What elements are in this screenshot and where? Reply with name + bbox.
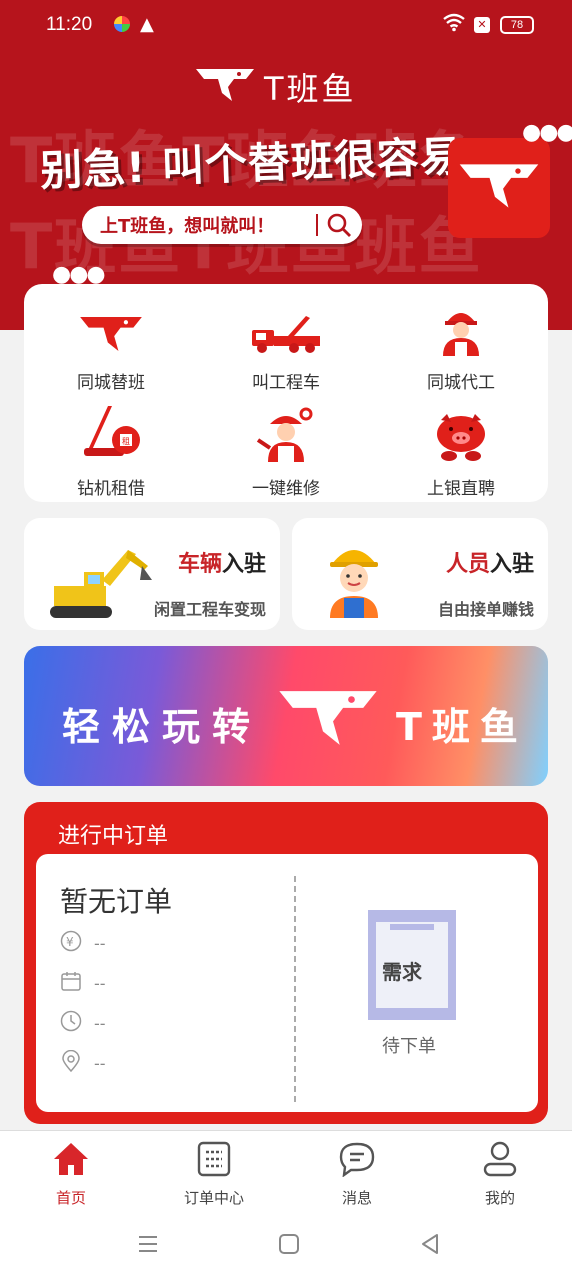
profile-icon [482, 1140, 518, 1182]
svg-text:¥: ¥ [66, 935, 74, 949]
worker-icon [437, 304, 485, 360]
tab-profile[interactable]: 我的 [450, 1141, 550, 1208]
tab-label: 首页 [55, 1189, 86, 1207]
order-list-icon [197, 1141, 231, 1181]
promo-banner[interactable]: 轻松玩转 T班鱼 [24, 646, 548, 786]
bottom-tab-bar: 首页 订单中心 消息 我的 [0, 1130, 572, 1214]
order-location-row: -- [60, 1049, 106, 1076]
personnel-entry-title-red: 人员 [445, 552, 490, 577]
service-label: 同城代工 [427, 373, 495, 393]
service-item-engineering-truck[interactable]: 叫工程车 [199, 298, 373, 393]
promo-banner-text: 轻松玩转 [62, 705, 263, 749]
search-icon[interactable] [326, 212, 352, 243]
message-icon [338, 1141, 376, 1181]
fish-logo-icon [276, 684, 380, 756]
vehicle-entry-title: 车辆入驻 [178, 546, 266, 578]
personnel-entry-title-black: 入驻 [489, 552, 534, 577]
drill-rig-icon: 租 [78, 404, 144, 466]
hero-search-text: 上T班鱼，想叫就叫！ [100, 216, 275, 237]
service-item-repair[interactable]: 一键维修 [199, 404, 373, 499]
more-dots-icon: ●●● [522, 120, 572, 145]
service-item-drill-rental[interactable]: 租 钻机租借 [24, 404, 198, 499]
location-pin-icon [60, 1049, 82, 1076]
order-date-value: -- [94, 973, 106, 993]
fish-logo-icon [78, 312, 144, 360]
brand-logo-tile [448, 138, 550, 238]
no-orders-text: 暂无订单 [60, 885, 173, 918]
personnel-entry-card[interactable]: 人员入驻 自由接单赚钱 [292, 518, 548, 630]
vehicle-entry-title-black: 入驻 [221, 552, 266, 577]
ongoing-orders-panel[interactable]: 暂无订单 ¥ -- -- -- -- 需求 待下单 [36, 854, 538, 1112]
status-time: 11:20 [46, 14, 93, 35]
personnel-entry-subtitle: 自由接单赚钱 [437, 600, 534, 619]
clock-icon [60, 1010, 82, 1036]
brand-title: T班鱼 [264, 70, 357, 108]
calendar-icon [60, 970, 82, 996]
service-item-substitute[interactable]: 同城替班 [24, 298, 198, 393]
requirement-document-label: 需求 [382, 960, 422, 984]
tab-label: 我的 [484, 1189, 515, 1207]
personnel-entry-title: 人员入驻 [446, 546, 534, 578]
fish-logo-icon [457, 154, 541, 222]
home-square-icon[interactable] [277, 1232, 301, 1260]
battery-icon: 78 [500, 16, 534, 34]
fish-logo-icon [194, 65, 256, 109]
order-time-row: -- [60, 1010, 106, 1036]
tab-messages[interactable]: 消息 [307, 1141, 407, 1208]
crane-truck-icon [248, 312, 324, 360]
vehicle-entry-card[interactable]: 车辆入驻 闲置工程车变现 [24, 518, 280, 630]
tab-label: 订单中心 [183, 1189, 244, 1207]
service-item-city-labor[interactable]: 同城代工 [374, 298, 548, 393]
no-sim-icon: ✕ [474, 17, 490, 33]
vehicle-entry-subtitle: 闲置工程车变现 [153, 600, 266, 619]
order-price-value: -- [94, 933, 106, 953]
tab-label: 消息 [341, 1189, 372, 1207]
pig-icon [433, 412, 489, 466]
tab-order-center[interactable]: 订单中心 [164, 1141, 264, 1208]
ongoing-orders-card: 进行中订单 暂无订单 ¥ -- -- -- -- 需求 待下单 [24, 802, 548, 1124]
order-date-row: -- [60, 970, 106, 996]
back-icon[interactable] [418, 1232, 442, 1260]
yuan-icon: ¥ [60, 930, 82, 956]
tab-home[interactable]: 首页 [21, 1141, 121, 1208]
system-navigation-bar [0, 1214, 572, 1280]
order-divider [294, 876, 296, 1102]
hero-header: T班鱼T班鱼班鱼 T班鱼T班鱼班鱼 11:20 ▲ ✕ 78 T班鱼 别急! 叫… [0, 0, 572, 330]
home-icon [52, 1141, 90, 1181]
service-label: 同城替班 [77, 373, 145, 393]
service-label: 钻机租借 [77, 479, 145, 499]
service-label: 一键维修 [252, 479, 320, 499]
order-location-value: -- [94, 1053, 106, 1073]
wifi-icon [442, 12, 466, 37]
excavator-icon [44, 544, 154, 624]
service-label: 上银直聘 [427, 479, 495, 499]
app-icon [114, 16, 130, 32]
pending-order-text: 待下单 [382, 1036, 436, 1057]
svg-text:租: 租 [122, 437, 130, 446]
menu-icon[interactable] [136, 1232, 160, 1260]
brand-header: T班鱼 [194, 62, 357, 112]
status-bar: 11:20 ▲ ✕ 78 [0, 0, 572, 50]
service-label: 叫工程车 [252, 373, 320, 393]
order-time-value: -- [94, 1013, 106, 1033]
ongoing-orders-title: 进行中订单 [58, 824, 169, 849]
hero-search-bar[interactable]: 上T班鱼，想叫就叫！ [82, 206, 362, 244]
warning-icon: ▲ [140, 14, 154, 35]
services-grid: 同城替班 叫工程车 同城代工 租 钻机租借 一键维修 上银直聘 [24, 284, 548, 502]
vehicle-entry-title-red: 车辆 [177, 552, 222, 577]
service-item-recruitment[interactable]: 上银直聘 [374, 404, 548, 499]
promo-banner-brand: T班鱼 [396, 705, 528, 749]
search-divider [316, 214, 318, 236]
repair-worker-icon [256, 406, 316, 466]
construction-worker-icon [326, 538, 382, 622]
requirement-document-icon: 需求 [368, 910, 456, 1020]
order-price-row: ¥ -- [60, 930, 106, 956]
